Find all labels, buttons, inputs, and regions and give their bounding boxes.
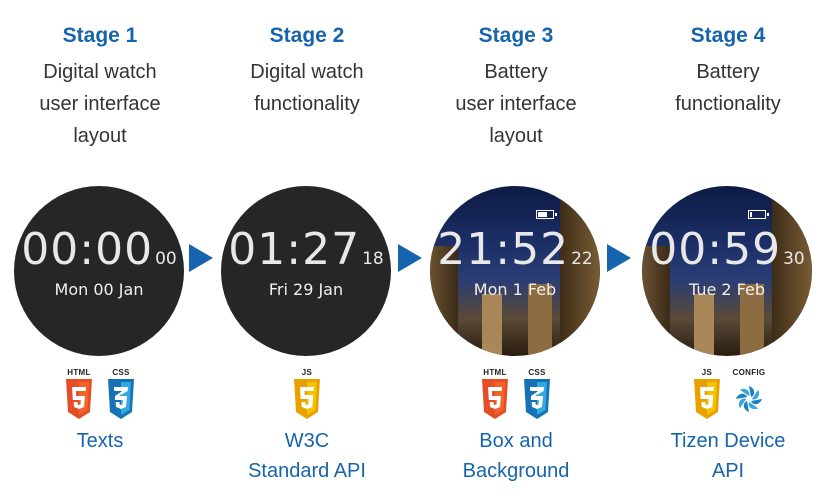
watch-time: 21:52 22 bbox=[430, 224, 600, 275]
tech-tag: JS bbox=[701, 368, 713, 377]
tech-tag: CONFIG bbox=[732, 368, 766, 377]
description-line: functionality bbox=[675, 93, 781, 115]
watch-date: Fri 29 Jan bbox=[268, 280, 344, 299]
stage-description: Battery user interface layout bbox=[416, 56, 616, 152]
time-hhmm: 21:52 bbox=[437, 224, 570, 275]
watch-face: 00:00 00 Mon 00 Jan bbox=[14, 186, 184, 356]
description-line: Digital watch bbox=[250, 61, 364, 83]
stage-title: Stage 4 bbox=[690, 24, 766, 47]
tech-tag: HTML bbox=[483, 368, 507, 377]
time-seconds: 00 bbox=[155, 249, 177, 269]
stage-label: Tizen Device API bbox=[628, 426, 828, 486]
label-line: API bbox=[711, 460, 745, 482]
tech-tag: CSS bbox=[528, 368, 546, 377]
tech-tag: HTML bbox=[67, 368, 91, 377]
stage-label: Texts bbox=[0, 426, 200, 456]
stage-4: Stage 4 Battery functionality 00:59 30 Tu… bbox=[628, 0, 828, 500]
watch-date: Tue 2 Feb bbox=[688, 280, 765, 299]
description-line: functionality bbox=[254, 93, 360, 115]
background-tower bbox=[482, 294, 502, 356]
label-line: Background bbox=[462, 460, 570, 482]
description-line: Battery bbox=[696, 61, 760, 83]
background-tower bbox=[694, 294, 714, 356]
watch-face: 01:27 18 Fri 29 Jan bbox=[221, 186, 391, 356]
css3-icon: CSS bbox=[520, 368, 554, 422]
battery-level bbox=[750, 212, 752, 217]
stage-label: Box and Background bbox=[416, 426, 616, 486]
background-building bbox=[560, 196, 600, 356]
time-hhmm: 01:27 bbox=[228, 224, 361, 275]
tech-icons: HTML CSS bbox=[0, 368, 200, 422]
battery-icon bbox=[748, 210, 769, 219]
time-hhmm: 00:00 bbox=[21, 224, 154, 275]
config-icon: CONFIG bbox=[732, 368, 766, 422]
description-line: Battery bbox=[484, 61, 548, 83]
description-line: user interface bbox=[455, 93, 577, 115]
background-building bbox=[772, 196, 812, 356]
stage-label: W3C Standard API bbox=[207, 426, 407, 486]
label-line: Box and bbox=[479, 430, 553, 452]
stage-title: Stage 3 bbox=[478, 24, 554, 47]
watch-time: 00:59 30 bbox=[642, 224, 812, 275]
label-line: Standard API bbox=[248, 460, 366, 482]
watch-time: 01:27 18 bbox=[221, 224, 391, 275]
tech-tag: JS bbox=[301, 368, 313, 377]
watch-date: Mon 1 Feb bbox=[473, 280, 557, 299]
stage-description: Digital watch user interface layout bbox=[0, 56, 200, 152]
tech-icons: HTML CSS bbox=[416, 368, 616, 422]
description-line: layout bbox=[73, 125, 127, 147]
time-seconds: 18 bbox=[362, 249, 384, 269]
battery-level bbox=[538, 212, 547, 217]
tech-icons: JS CONFIG bbox=[628, 368, 828, 422]
watch-face: 00:59 30 Tue 2 Feb bbox=[642, 186, 812, 356]
description-line: user interface bbox=[39, 93, 161, 115]
stage-3: Stage 3 Battery user interface layout 21… bbox=[416, 0, 616, 500]
html5-icon: HTML bbox=[478, 368, 512, 422]
description-line: Digital watch bbox=[43, 61, 157, 83]
stage-title: Stage 1 bbox=[62, 24, 138, 47]
time-seconds: 22 bbox=[571, 249, 593, 269]
javascript-icon: JS bbox=[290, 368, 324, 422]
label-line: W3C bbox=[284, 430, 330, 452]
label-line: Texts bbox=[76, 430, 124, 452]
label-line: Tizen Device bbox=[670, 430, 786, 452]
description-line: layout bbox=[489, 125, 543, 147]
time-seconds: 30 bbox=[783, 249, 805, 269]
stage-1: Stage 1 Digital watch user interface lay… bbox=[0, 0, 200, 500]
stage-2: Stage 2 Digital watch functionality 01:2… bbox=[207, 0, 407, 500]
javascript-icon: JS bbox=[690, 368, 724, 422]
stage-description: Digital watch functionality bbox=[207, 56, 407, 120]
css3-icon: CSS bbox=[104, 368, 138, 422]
time-hhmm: 00:59 bbox=[649, 224, 782, 275]
tech-icons: JS bbox=[207, 368, 407, 422]
battery-icon bbox=[536, 210, 557, 219]
stage-title: Stage 2 bbox=[269, 24, 345, 47]
tech-tag: CSS bbox=[112, 368, 130, 377]
watch-date: Mon 00 Jan bbox=[54, 280, 144, 299]
html5-icon: HTML bbox=[62, 368, 96, 422]
watch-face: 21:52 22 Mon 1 Feb bbox=[430, 186, 600, 356]
stage-description: Battery functionality bbox=[628, 56, 828, 120]
watch-time: 00:00 00 bbox=[14, 224, 184, 275]
